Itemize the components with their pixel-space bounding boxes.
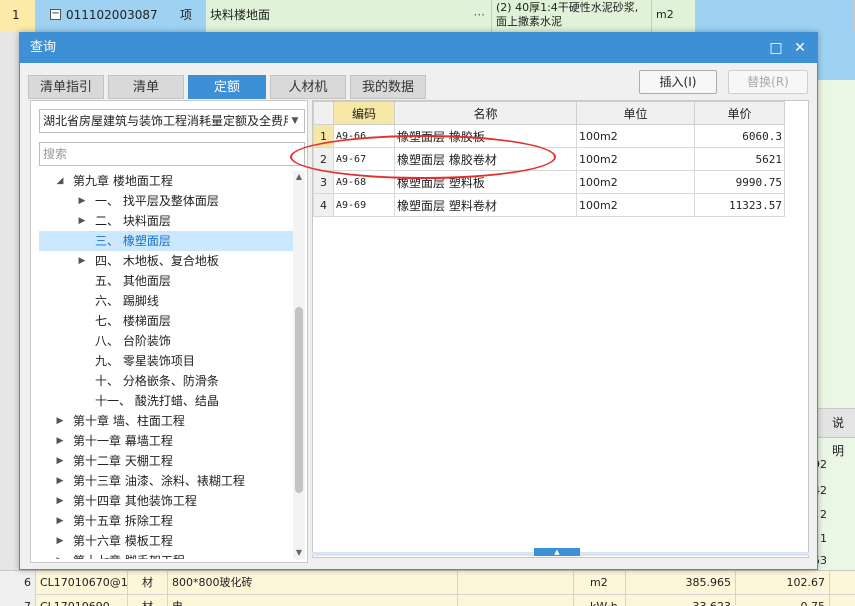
query-dialog: 查询 □ ✕ 清单指引 清单 定额 人材机 我的数据 插入(I) 替换(R) 湖… — [19, 32, 818, 570]
item-name[interactable]: 块料楼地面 ··· — [206, 0, 492, 32]
tree-node[interactable]: ▶ 第十六章 模板工程 — [39, 531, 293, 551]
background-right-strip: 说明 92 42 2 1 53 — [813, 32, 855, 572]
collapsed-arrow-icon[interactable]: ▶ — [55, 451, 65, 471]
background-top-row: 1 − 011102003087 项 块料楼地面 ··· (2) 40厚1:4干… — [0, 0, 855, 32]
tree-node[interactable]: ▶ 第十四章 其他装饰工程 — [39, 491, 293, 511]
tree-node[interactable]: 八、 台阶装饰 — [39, 331, 293, 351]
tree-scrollbar[interactable]: ▲ ▼ — [293, 171, 305, 559]
item-unit: m2 — [652, 0, 696, 32]
tree-node[interactable]: ▶ 二、 块料面层 — [39, 211, 293, 231]
background-bottom-rows: 6 CL17010670@1 材 800*800玻化砖 m2 385.965 1… — [0, 570, 855, 606]
tab-quota[interactable]: 定额 — [188, 75, 266, 99]
scroll-thumb[interactable] — [295, 307, 303, 493]
item-extra — [696, 0, 855, 32]
collapsed-arrow-icon[interactable]: ▶ — [77, 211, 87, 231]
tree-node[interactable]: ▶ 一、 找平层及整体面层 — [39, 191, 293, 211]
expand-arrow-icon[interactable]: ◢ — [55, 171, 65, 191]
tab-list-guide[interactable]: 清单指引 — [28, 75, 104, 99]
tree-node[interactable]: ▶ 第十三章 油漆、涂料、裱糊工程 — [39, 471, 293, 491]
collapsed-arrow-icon[interactable]: ▶ — [55, 511, 65, 531]
splitter-grip-icon[interactable]: ▲ — [534, 548, 580, 556]
tree-node[interactable]: ▶ 四、 木地板、复合地板 — [39, 251, 293, 271]
item-code[interactable]: − 011102003087 — [36, 0, 174, 32]
replace-button[interactable]: 替换(R) — [728, 70, 808, 94]
tree-node[interactable]: 七、 楼梯面层 — [39, 311, 293, 331]
tab-list[interactable]: 清单 — [108, 75, 184, 99]
close-icon[interactable]: ✕ — [789, 33, 811, 63]
tab-my-data[interactable]: 我的数据 — [350, 75, 426, 99]
tree-node[interactable]: ▶ 第十五章 拆除工程 — [39, 511, 293, 531]
chapter-tree-panel: 湖北省房屋建筑与装饰工程消耗量定额及全费用 ▼ 搜索 ◢ 第九章 楼地面工程 ▶… — [30, 100, 308, 563]
quota-table: 编码 名称 单位 单价 1 A9-66 橡塑面层 橡胶板 100m2 6060.… — [313, 101, 785, 217]
background-left-strip — [0, 32, 20, 572]
collapse-icon[interactable]: − — [50, 9, 61, 20]
scroll-up-icon[interactable]: ▲ — [293, 171, 305, 183]
table-row[interactable]: 3 A9-68 橡塑面层 塑料板 100m2 9990.75 — [313, 170, 785, 194]
quota-library-select[interactable]: 湖北省房屋建筑与装饰工程消耗量定额及全费用 ▼ — [39, 109, 305, 133]
item-desc: (2) 40厚1:4干硬性水泥砂浆, 面上撒素水泥 — [492, 0, 652, 32]
dialog-titlebar[interactable]: 查询 □ ✕ — [20, 33, 817, 63]
table-row[interactable]: 1 A9-66 橡塑面层 橡胶板 100m2 6060.3 — [313, 124, 785, 148]
quota-table-panel: 编码 名称 单位 单价 1 A9-66 橡塑面层 橡胶板 100m2 6060.… — [312, 100, 809, 558]
collapsed-arrow-icon[interactable]: ▶ — [77, 251, 87, 271]
collapsed-arrow-icon[interactable]: ▶ — [77, 191, 87, 211]
maximize-icon[interactable]: □ — [765, 33, 787, 63]
tree-node[interactable]: ◢ 第九章 楼地面工程 — [39, 171, 293, 191]
collapsed-arrow-icon[interactable]: ▶ — [55, 411, 65, 431]
tree-node[interactable]: 九、 零星装饰项目 — [39, 351, 293, 371]
table-row[interactable]: 2 A9-67 橡塑面层 橡胶卷材 100m2 5621 — [313, 147, 785, 171]
dropdown-arrow-icon[interactable]: ▼ — [288, 110, 302, 132]
collapsed-arrow-icon[interactable]: ▶ — [55, 471, 65, 491]
tree-node[interactable]: 六、 踢脚线 — [39, 291, 293, 311]
tree-node[interactable]: 五、 其他面层 — [39, 271, 293, 291]
tree-node[interactable]: ▶ 第十章 墙、柱面工程 — [39, 411, 293, 431]
tree-node[interactable]: 十、 分格嵌条、防滑条 — [39, 371, 293, 391]
chapter-tree: ◢ 第九章 楼地面工程 ▶ 一、 找平层及整体面层 ▶ 二、 块料面层 三、 橡… — [39, 171, 293, 559]
insert-button[interactable]: 插入(I) — [639, 70, 717, 94]
tree-node[interactable]: 十一、 酸洗打蜡、结晶 — [39, 391, 293, 411]
table-header-row: 编码 名称 单位 单价 — [313, 101, 785, 125]
column-header-name[interactable]: 名称 — [394, 101, 577, 125]
collapsed-arrow-icon[interactable]: ▶ — [55, 531, 65, 551]
column-header-price[interactable]: 单价 — [694, 101, 785, 125]
collapsed-arrow-icon[interactable]: ▶ — [55, 551, 65, 559]
table-row[interactable]: 4 A9-69 橡塑面层 塑料卷材 100m2 11323.57 — [313, 193, 785, 217]
collapsed-arrow-icon[interactable]: ▶ — [55, 491, 65, 511]
column-header-unit[interactable]: 单位 — [576, 101, 695, 125]
column-header-code[interactable]: 编码 — [333, 101, 395, 125]
tree-node[interactable]: ▶ 第十七章 脚手架工程 — [39, 551, 293, 559]
tab-labor-material[interactable]: 人材机 — [270, 75, 346, 99]
collapsed-arrow-icon[interactable]: ▶ — [55, 431, 65, 451]
item-type: 项 — [174, 0, 206, 32]
dialog-title: 查询 — [30, 40, 57, 55]
tree-node[interactable]: ▶ 第十二章 天棚工程 — [39, 451, 293, 471]
tree-node-selected[interactable]: 三、 橡塑面层 — [39, 231, 293, 251]
more-icon[interactable]: ··· — [474, 0, 485, 30]
panel-splitter[interactable]: ▲ — [312, 548, 809, 556]
scroll-down-icon[interactable]: ▼ — [293, 547, 305, 559]
table-row[interactable]: 7 CL17010690 材 电 kW·h 33.623 0.75 — [0, 595, 855, 606]
remark-column-header[interactable]: 说明 — [818, 408, 855, 458]
row-number: 1 — [0, 0, 36, 32]
tree-node[interactable]: ▶ 第十一章 幕墙工程 — [39, 431, 293, 451]
table-row[interactable]: 6 CL17010670@1 材 800*800玻化砖 m2 385.965 1… — [0, 571, 855, 595]
search-input[interactable]: 搜索 — [39, 142, 305, 166]
